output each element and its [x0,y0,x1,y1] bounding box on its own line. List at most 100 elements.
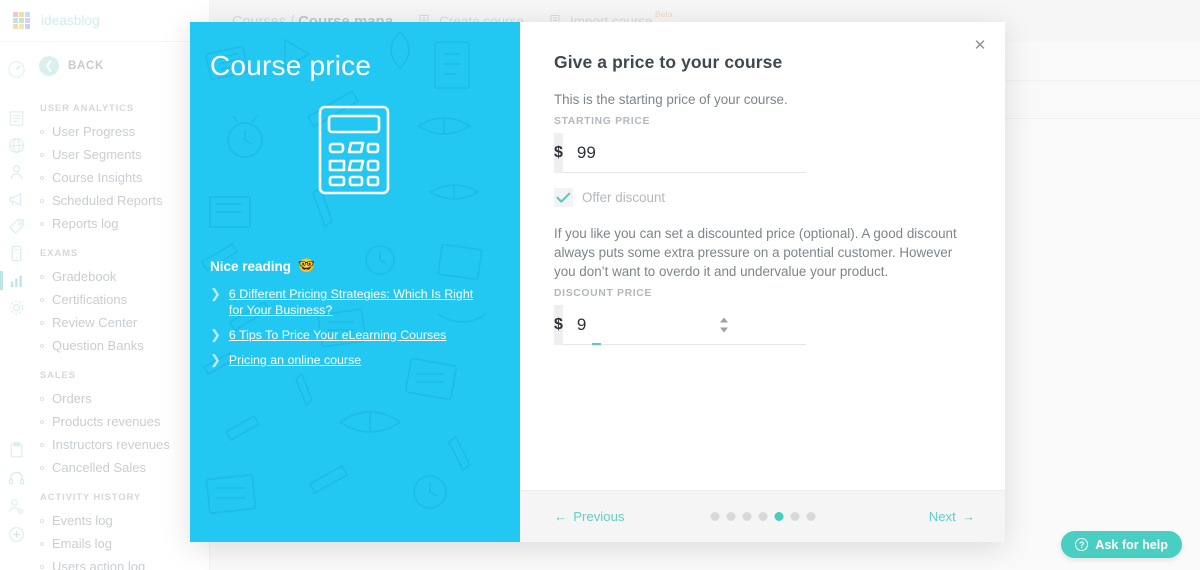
reading-link[interactable]: 6 Tips To Price Your eLearning Courses [229,327,446,343]
reading-link[interactable]: 6 Different Pricing Strategies: Which Is… [229,286,487,318]
sidebar-item-course-insights[interactable]: Course Insights [33,166,209,189]
sidebar-item-emails-log[interactable]: Emails log [33,532,209,555]
sidebar-item-instructors-revenues[interactable]: Instructors revenues [33,433,209,456]
chevron-right-icon: ❯ [210,327,221,342]
headset-icon[interactable] [0,467,33,490]
sidebar-item-label: User Progress [52,124,136,139]
next-button[interactable]: Next → [929,509,975,524]
gauge-icon[interactable] [0,58,33,81]
step-dot[interactable] [758,512,767,521]
sidebar-item-label: Review Center [52,315,138,330]
step-dot[interactable] [806,512,815,521]
sidebar-item-products-revenues[interactable]: Products revenues [33,410,209,433]
sidebar-item-user-segments[interactable]: User Segments [33,143,209,166]
calculator-illustration [210,104,498,196]
discount-price-stepper[interactable] [720,317,728,333]
bullet-icon [40,564,44,569]
discount-price-label: DISCOUNT PRICE [554,288,653,299]
sidebar-item-scheduled-reports[interactable]: Scheduled Reports [33,189,209,212]
logo-text: ideasblog [41,13,100,28]
back-button[interactable]: ❮ BACK [33,54,209,90]
app-logo[interactable]: ideasblog [0,0,209,42]
ask-for-help-button[interactable]: ? Ask for help [1061,531,1182,558]
bullet-icon [40,320,44,325]
reading-link[interactable]: Pricing an online course [229,352,361,368]
arrow-right-icon: → [961,509,975,524]
sidebar-item-label: Gradebook [52,269,117,284]
modal-footer: ← Previous Next → [520,490,1005,542]
modal-left-panel: Course price Nice reading 🤓 ❯ 6 Differen… [190,22,520,542]
previous-label: Previous [573,509,625,524]
step-dot[interactable] [742,512,751,521]
user-add-icon[interactable] [0,495,33,518]
screen: Courses / Course mana Create course [0,0,1200,570]
sidebar-item-review-center[interactable]: Review Center [33,311,209,334]
bullet-icon [40,343,44,348]
sidebar-item-user-progress[interactable]: User Progress [33,120,209,143]
starting-price-field: $ [554,133,806,173]
step-dot-active[interactable] [774,512,783,521]
mobile-icon[interactable] [0,242,33,265]
sidebar: ideasblog ❮ BACK USER ANALYTICS User Pro… [0,0,210,570]
sidebar-icon-rail [0,42,33,570]
currency-symbol: $ [554,133,563,173]
plus-circle-icon[interactable] [0,523,33,546]
modal-left-title: Course price [210,50,372,81]
discount-price-input[interactable] [562,305,806,345]
back-label: BACK [68,60,105,72]
sidebar-item-gradebook[interactable]: Gradebook [33,265,209,288]
sidebar-group-title: USER ANALYTICS [40,103,135,114]
previous-button[interactable]: ← Previous [554,509,625,524]
bullet-icon [40,221,44,226]
focus-underline [592,343,601,345]
reading-link-row[interactable]: ❯ 6 Different Pricing Strategies: Which I… [210,286,498,318]
offer-discount-label: Offer discount [582,190,666,205]
user-icon[interactable] [0,161,33,184]
step-dot[interactable] [726,512,735,521]
import-course-beta-badge: Beta [654,8,673,19]
sidebar-item-label: Users action log [52,559,146,570]
bullet-icon [40,442,44,447]
reading-link-row[interactable]: ❯ Pricing an online course [210,352,498,368]
starting-price-input[interactable] [562,133,806,173]
question-circle-icon: ? [1075,538,1089,551]
sidebar-item-label: Reports log [52,216,119,231]
bullet-icon [40,465,44,470]
sidebar-item-users-action-log[interactable]: Users action log [33,555,209,570]
clipboard-icon[interactable] [0,439,33,462]
nerd-face-emoji-icon: 🤓 [298,258,315,273]
chevron-left-icon: ❮ [39,56,59,76]
gear-icon[interactable] [0,296,33,319]
sidebar-item-reports-log[interactable]: Reports log [33,212,209,235]
sidebar-item-label: Certifications [52,292,128,307]
ask-for-help-label: Ask for help [1095,537,1168,552]
sidebar-item-orders[interactable]: Orders [33,387,209,410]
bullet-icon [40,396,44,401]
bullet-icon [40,297,44,302]
starting-price-intro: This is the starting price of your cours… [554,92,788,107]
sidebar-group-title: SALES [40,370,76,381]
globe-icon[interactable] [0,134,33,157]
megaphone-icon[interactable] [0,188,33,211]
offer-discount-checkbox[interactable] [554,188,573,207]
sidebar-item-label: Course Insights [52,170,143,185]
sidebar-item-label: Instructors revenues [52,437,170,452]
close-icon[interactable]: ✕ [969,34,991,56]
sidebar-item-events-log[interactable]: Events log [33,509,209,532]
stepper-down-icon[interactable] [720,327,728,333]
step-dot[interactable] [790,512,799,521]
reading-link-row[interactable]: ❯ 6 Tips To Price Your eLearning Courses [210,327,498,343]
bullet-icon [40,419,44,424]
sidebar-item-cancelled-sales[interactable]: Cancelled Sales [33,456,209,479]
sidebar-item-certifications[interactable]: Certifications [33,288,209,311]
check-icon [556,192,571,203]
sidebar-item-question-banks[interactable]: Question Banks [33,334,209,357]
chevron-right-icon: ❯ [210,352,221,367]
document-icon[interactable] [0,107,33,130]
chart-icon[interactable] [0,269,33,292]
offer-discount-checkbox-row[interactable]: Offer discount [554,188,975,207]
stepper-up-icon[interactable] [720,317,728,323]
step-dot[interactable] [710,512,719,521]
tag-icon[interactable] [0,215,33,238]
bullet-icon [40,518,44,523]
